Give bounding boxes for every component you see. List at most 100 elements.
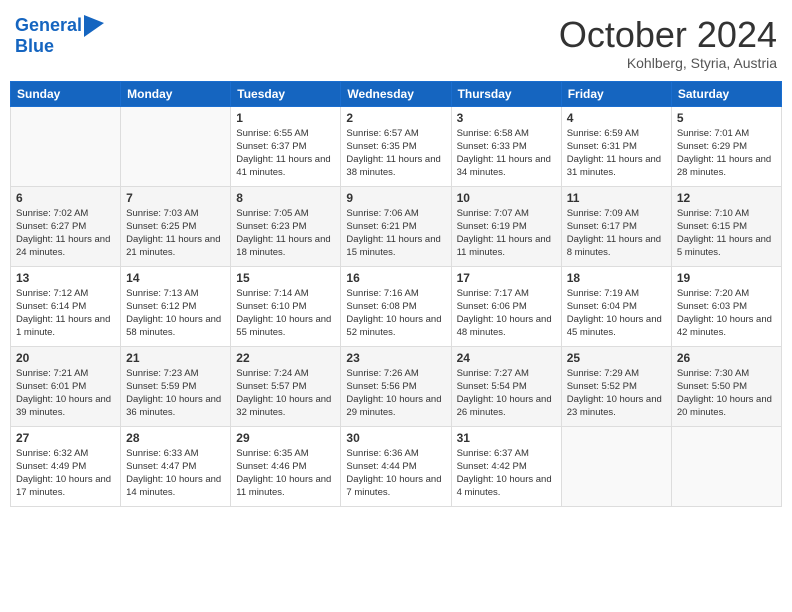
table-cell: 10Sunrise: 7:07 AM Sunset: 6:19 PM Dayli… xyxy=(451,186,561,266)
day-info: Sunrise: 7:06 AM Sunset: 6:21 PM Dayligh… xyxy=(346,207,445,260)
location-subtitle: Kohlberg, Styria, Austria xyxy=(559,55,777,71)
day-number: 6 xyxy=(16,191,115,205)
table-cell: 4Sunrise: 6:59 AM Sunset: 6:31 PM Daylig… xyxy=(561,106,671,186)
table-cell: 28Sunrise: 6:33 AM Sunset: 4:47 PM Dayli… xyxy=(121,426,231,506)
header-thursday: Thursday xyxy=(451,81,561,106)
month-title: October 2024 xyxy=(559,15,777,55)
logo-line2: Blue xyxy=(15,36,54,56)
day-number: 30 xyxy=(346,431,445,445)
day-number: 22 xyxy=(236,351,335,365)
day-info: Sunrise: 7:01 AM Sunset: 6:29 PM Dayligh… xyxy=(677,127,776,180)
week-row-1: 1 Sunrise: 6:55 AM Sunset: 6:37 PM Daylig… xyxy=(11,106,782,186)
table-cell xyxy=(561,426,671,506)
table-cell xyxy=(11,106,121,186)
table-cell: 25 Sunrise: 7:29 AM Sunset: 5:52 PM Dayli… xyxy=(561,346,671,426)
day-number: 20 xyxy=(16,351,115,365)
table-cell: 2Sunrise: 6:57 AM Sunset: 6:35 PM Daylig… xyxy=(341,106,451,186)
header-friday: Friday xyxy=(561,81,671,106)
logo-line1: General xyxy=(15,15,82,35)
day-info: Sunrise: 7:26 AM Sunset: 5:56 PM Dayligh… xyxy=(346,367,445,420)
day-info: Sunrise: 7:05 AM Sunset: 6:23 PM Dayligh… xyxy=(236,207,335,260)
logo: General Blue xyxy=(15,15,104,57)
table-cell: 11 Sunrise: 7:09 AM Sunset: 6:17 PM Dayli… xyxy=(561,186,671,266)
week-row-2: 6Sunrise: 7:02 AM Sunset: 6:27 PM Daylig… xyxy=(11,186,782,266)
day-number: 29 xyxy=(236,431,335,445)
day-number: 27 xyxy=(16,431,115,445)
day-info: Sunrise: 7:03 AM Sunset: 6:25 PM Dayligh… xyxy=(126,207,225,260)
day-info: Sunrise: 7:16 AM Sunset: 6:08 PM Dayligh… xyxy=(346,287,445,340)
week-row-5: 27Sunrise: 6:32 AM Sunset: 4:49 PM Dayli… xyxy=(11,426,782,506)
table-cell: 12Sunrise: 7:10 AM Sunset: 6:15 PM Dayli… xyxy=(671,186,781,266)
table-cell: 20 Sunrise: 7:21 AM Sunset: 6:01 PM Dayli… xyxy=(11,346,121,426)
day-number: 2 xyxy=(346,111,445,125)
day-number: 1 xyxy=(236,111,335,125)
day-info: Sunrise: 7:23 AM Sunset: 5:59 PM Dayligh… xyxy=(126,367,225,420)
day-info: Sunrise: 7:19 AM Sunset: 6:04 PM Dayligh… xyxy=(567,287,666,340)
logo-icon xyxy=(84,15,104,37)
day-info: Sunrise: 7:30 AM Sunset: 5:50 PM Dayligh… xyxy=(677,367,776,420)
day-info: Sunrise: 7:09 AM Sunset: 6:17 PM Dayligh… xyxy=(567,207,666,260)
day-number: 10 xyxy=(457,191,556,205)
day-info: Sunrise: 7:27 AM Sunset: 5:54 PM Dayligh… xyxy=(457,367,556,420)
day-number: 11 xyxy=(567,191,666,205)
title-section: October 2024 Kohlberg, Styria, Austria xyxy=(559,15,777,71)
logo-text: General xyxy=(15,16,82,36)
day-info: Sunrise: 7:21 AM Sunset: 6:01 PM Dayligh… xyxy=(16,367,115,420)
day-info: Sunrise: 6:58 AM Sunset: 6:33 PM Dayligh… xyxy=(457,127,556,180)
day-info: Sunrise: 6:33 AM Sunset: 4:47 PM Dayligh… xyxy=(126,447,225,500)
day-info: Sunrise: 7:10 AM Sunset: 6:15 PM Dayligh… xyxy=(677,207,776,260)
day-info: Sunrise: 7:12 AM Sunset: 6:14 PM Dayligh… xyxy=(16,287,115,340)
header-monday: Monday xyxy=(121,81,231,106)
day-number: 26 xyxy=(677,351,776,365)
table-cell xyxy=(671,426,781,506)
table-cell: 19Sunrise: 7:20 AM Sunset: 6:03 PM Dayli… xyxy=(671,266,781,346)
day-info: Sunrise: 6:36 AM Sunset: 4:44 PM Dayligh… xyxy=(346,447,445,500)
day-info: Sunrise: 7:29 AM Sunset: 5:52 PM Dayligh… xyxy=(567,367,666,420)
day-number: 7 xyxy=(126,191,225,205)
day-info: Sunrise: 6:55 AM Sunset: 6:37 PM Dayligh… xyxy=(236,127,335,180)
calendar-table: Sunday Monday Tuesday Wednesday Thursday… xyxy=(10,81,782,507)
table-cell: 26 Sunrise: 7:30 AM Sunset: 5:50 PM Dayli… xyxy=(671,346,781,426)
day-number: 14 xyxy=(126,271,225,285)
table-cell: 27Sunrise: 6:32 AM Sunset: 4:49 PM Dayli… xyxy=(11,426,121,506)
day-number: 13 xyxy=(16,271,115,285)
table-cell xyxy=(121,106,231,186)
table-cell: 13 Sunrise: 7:12 AM Sunset: 6:14 PM Dayli… xyxy=(11,266,121,346)
page-header: General Blue October 2024 Kohlberg, Styr… xyxy=(10,10,782,71)
day-info: Sunrise: 7:24 AM Sunset: 5:57 PM Dayligh… xyxy=(236,367,335,420)
table-cell: 17 Sunrise: 7:17 AM Sunset: 6:06 PM Dayli… xyxy=(451,266,561,346)
day-number: 19 xyxy=(677,271,776,285)
table-cell: 16 Sunrise: 7:16 AM Sunset: 6:08 PM Dayli… xyxy=(341,266,451,346)
day-info: Sunrise: 7:14 AM Sunset: 6:10 PM Dayligh… xyxy=(236,287,335,340)
header-saturday: Saturday xyxy=(671,81,781,106)
day-info: Sunrise: 7:17 AM Sunset: 6:06 PM Dayligh… xyxy=(457,287,556,340)
table-cell: 18 Sunrise: 7:19 AM Sunset: 6:04 PM Dayli… xyxy=(561,266,671,346)
weekday-header-row: Sunday Monday Tuesday Wednesday Thursday… xyxy=(11,81,782,106)
table-cell: 22 Sunrise: 7:24 AM Sunset: 5:57 PM Dayli… xyxy=(231,346,341,426)
day-number: 18 xyxy=(567,271,666,285)
day-number: 5 xyxy=(677,111,776,125)
day-number: 24 xyxy=(457,351,556,365)
table-cell: 5 Sunrise: 7:01 AM Sunset: 6:29 PM Daylig… xyxy=(671,106,781,186)
day-number: 31 xyxy=(457,431,556,445)
table-cell: 21 Sunrise: 7:23 AM Sunset: 5:59 PM Dayli… xyxy=(121,346,231,426)
week-row-4: 20 Sunrise: 7:21 AM Sunset: 6:01 PM Dayli… xyxy=(11,346,782,426)
day-info: Sunrise: 6:35 AM Sunset: 4:46 PM Dayligh… xyxy=(236,447,335,500)
table-cell: 23 Sunrise: 7:26 AM Sunset: 5:56 PM Dayli… xyxy=(341,346,451,426)
table-cell: 8Sunrise: 7:05 AM Sunset: 6:23 PM Daylig… xyxy=(231,186,341,266)
header-sunday: Sunday xyxy=(11,81,121,106)
table-cell: 15 Sunrise: 7:14 AM Sunset: 6:10 PM Dayli… xyxy=(231,266,341,346)
day-number: 15 xyxy=(236,271,335,285)
day-number: 21 xyxy=(126,351,225,365)
table-cell: 29 Sunrise: 6:35 AM Sunset: 4:46 PM Dayli… xyxy=(231,426,341,506)
table-cell: 24 Sunrise: 7:27 AM Sunset: 5:54 PM Dayli… xyxy=(451,346,561,426)
table-cell: 6Sunrise: 7:02 AM Sunset: 6:27 PM Daylig… xyxy=(11,186,121,266)
table-cell: 9Sunrise: 7:06 AM Sunset: 6:21 PM Daylig… xyxy=(341,186,451,266)
header-wednesday: Wednesday xyxy=(341,81,451,106)
day-number: 25 xyxy=(567,351,666,365)
day-info: Sunrise: 7:13 AM Sunset: 6:12 PM Dayligh… xyxy=(126,287,225,340)
day-number: 23 xyxy=(346,351,445,365)
day-number: 16 xyxy=(346,271,445,285)
day-number: 4 xyxy=(567,111,666,125)
day-number: 17 xyxy=(457,271,556,285)
